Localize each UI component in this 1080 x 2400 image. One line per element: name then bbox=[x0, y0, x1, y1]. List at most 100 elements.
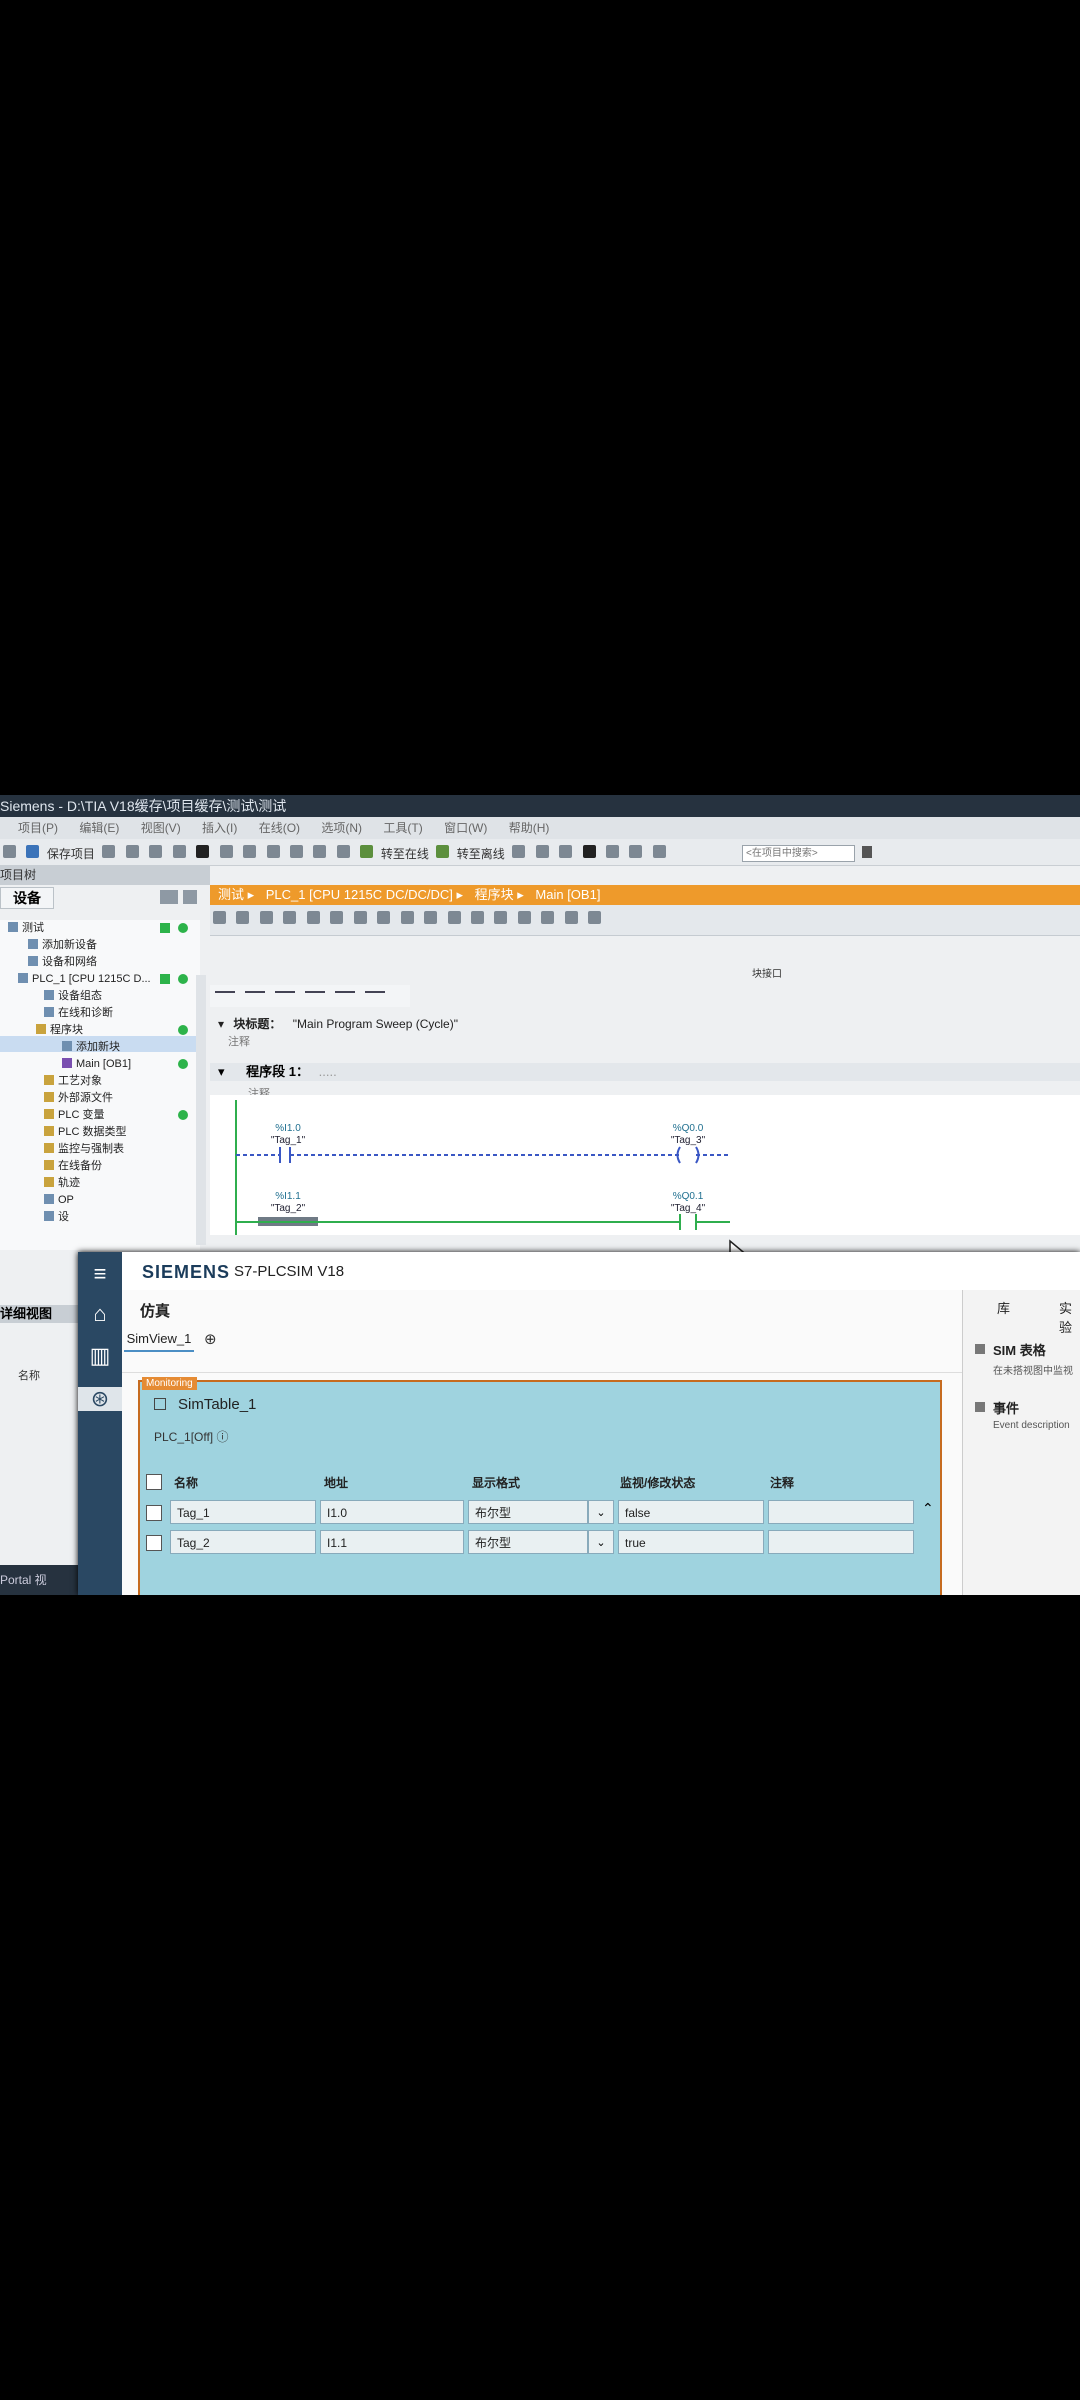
hamburger-menu-icon[interactable]: ≡ bbox=[86, 1262, 114, 1286]
go-online-button[interactable]: 转至在线 bbox=[381, 845, 429, 862]
col-comment[interactable]: 注释 bbox=[770, 1474, 794, 1491]
tree-item-plc-data-types[interactable]: PLC 数据类型 bbox=[44, 1124, 126, 1140]
menu-options[interactable]: 选项(N) bbox=[321, 821, 362, 835]
new-project-icon[interactable] bbox=[3, 845, 16, 858]
stop-cpu-icon[interactable] bbox=[559, 845, 573, 858]
row2-name[interactable]: Tag_2 bbox=[170, 1530, 316, 1554]
empty-box-icon[interactable] bbox=[305, 991, 325, 1003]
menu-insert[interactable]: 插入(I) bbox=[202, 821, 237, 835]
info-icon[interactable]: ⓘ bbox=[217, 1430, 229, 1444]
breakpoint-icon[interactable] bbox=[424, 911, 438, 924]
add-row-icon[interactable] bbox=[283, 911, 297, 924]
project-search-input[interactable]: <在项目中搜索> bbox=[742, 845, 855, 862]
menu-online[interactable]: 在线(O) bbox=[259, 821, 300, 835]
undo-icon[interactable] bbox=[219, 845, 233, 858]
network-nav-icon[interactable] bbox=[541, 911, 555, 924]
abs-operand-icon[interactable] bbox=[330, 911, 344, 924]
simulation-network-icon[interactable]: ⊛ bbox=[78, 1387, 122, 1411]
open-branch-icon[interactable] bbox=[335, 991, 355, 1003]
tree-item-watch-force[interactable]: 监控与强制表 bbox=[44, 1141, 124, 1157]
zoom-icon[interactable] bbox=[377, 911, 391, 924]
tab-library[interactable]: 库 bbox=[997, 1298, 1010, 1317]
tree-item-add-block[interactable]: 添加新块 bbox=[62, 1039, 120, 1055]
monitor-icon[interactable] bbox=[400, 911, 414, 924]
upload-icon[interactable] bbox=[313, 845, 327, 858]
nc-contact-icon[interactable] bbox=[245, 991, 265, 1003]
row1-value[interactable]: false bbox=[618, 1500, 764, 1524]
paste-icon[interactable] bbox=[172, 845, 186, 858]
step-icon[interactable] bbox=[447, 911, 461, 924]
row2-format[interactable]: 布尔型 bbox=[468, 1530, 588, 1554]
rung1-input-tag[interactable]: "Tag_1" bbox=[248, 1135, 328, 1146]
row1-comment[interactable] bbox=[768, 1500, 914, 1524]
tree-item-online-backups[interactable]: 在线备份 bbox=[44, 1158, 102, 1174]
insert-network-icon[interactable] bbox=[213, 911, 226, 924]
tree-view-icon[interactable] bbox=[160, 890, 178, 904]
tree-item-device-proxy[interactable]: 设 bbox=[44, 1209, 69, 1225]
chevron-down-icon[interactable]: ⌄ bbox=[588, 1500, 614, 1524]
call-env-icon[interactable] bbox=[470, 911, 484, 924]
col-address[interactable]: 地址 bbox=[324, 1474, 348, 1491]
delete-icon[interactable] bbox=[196, 845, 210, 858]
network-title[interactable]: ..... bbox=[319, 1064, 337, 1079]
highlight-icon[interactable] bbox=[517, 911, 531, 924]
row1-address[interactable]: I1.0 bbox=[320, 1500, 464, 1524]
start-cpu-icon[interactable] bbox=[535, 845, 549, 858]
add-tab-button[interactable]: ⊕ bbox=[204, 1330, 217, 1348]
tree-item-plc-tags[interactable]: PLC 变量 bbox=[44, 1107, 104, 1123]
row1-format[interactable]: 布尔型 bbox=[468, 1500, 588, 1524]
tree-item-opc[interactable]: OP bbox=[44, 1192, 74, 1208]
row2-address[interactable]: I1.1 bbox=[320, 1530, 464, 1554]
tree-item-tech-objects[interactable]: 工艺对象 bbox=[44, 1073, 102, 1089]
menu-view[interactable]: 视图(V) bbox=[141, 821, 181, 835]
sim-table-section-title[interactable]: SIM 表格 bbox=[993, 1340, 1046, 1359]
row2-comment[interactable] bbox=[768, 1530, 914, 1554]
menu-window[interactable]: 窗口(W) bbox=[444, 821, 487, 835]
rung1-coil[interactable] bbox=[676, 1146, 700, 1164]
menu-edit[interactable]: 编辑(E) bbox=[79, 821, 119, 835]
print-icon[interactable] bbox=[102, 845, 116, 858]
layout-icon[interactable] bbox=[652, 845, 666, 858]
go-online-icon[interactable] bbox=[360, 845, 374, 858]
rung1-output-tag[interactable]: "Tag_3" bbox=[648, 1135, 728, 1146]
chevron-down-icon[interactable]: ⌄ bbox=[588, 1530, 614, 1554]
tree-item-online-diagnostics[interactable]: 在线和诊断 bbox=[44, 1005, 113, 1021]
split-h-icon[interactable] bbox=[606, 845, 620, 858]
accessible-devices-icon[interactable] bbox=[512, 845, 526, 858]
rung2-output-tag[interactable]: "Tag_4" bbox=[648, 1203, 728, 1214]
favorites-icon[interactable] bbox=[353, 911, 367, 924]
cut-icon[interactable] bbox=[125, 845, 139, 858]
block-title-value[interactable]: "Main Program Sweep (Cycle)" bbox=[293, 1017, 458, 1031]
split-v-icon[interactable] bbox=[629, 845, 643, 858]
breadcrumb-project[interactable]: 测试 bbox=[218, 887, 244, 902]
tab-simview-1[interactable]: SimView_1 bbox=[124, 1328, 194, 1352]
rung2-input-tag[interactable]: "Tag_2" bbox=[248, 1203, 328, 1214]
detail-view-header[interactable]: 详细视图 bbox=[0, 1305, 80, 1323]
close-x-icon[interactable] bbox=[582, 845, 596, 858]
delete-network-icon[interactable] bbox=[236, 911, 250, 924]
scroll-up-icon[interactable]: ⌃ bbox=[922, 1500, 934, 1517]
select-all-checkbox[interactable] bbox=[146, 1474, 162, 1490]
tab-experiment[interactable]: 实验 bbox=[1059, 1298, 1080, 1336]
tree-sync-icon[interactable] bbox=[183, 890, 197, 904]
coil-icon[interactable] bbox=[275, 991, 295, 1003]
compare-icon[interactable] bbox=[494, 911, 508, 924]
row-checkbox[interactable] bbox=[146, 1505, 162, 1521]
tree-item-project[interactable]: 测试 bbox=[8, 920, 44, 936]
close-branch-icon[interactable] bbox=[365, 991, 385, 1003]
tree-scrollbar[interactable] bbox=[196, 975, 206, 1245]
tree-item-external-sources[interactable]: 外部源文件 bbox=[44, 1090, 113, 1106]
copy-icon[interactable] bbox=[149, 845, 163, 858]
insert-row-icon[interactable] bbox=[259, 911, 273, 924]
tree-item-add-device[interactable]: 添加新设备 bbox=[28, 937, 97, 953]
col-display-format[interactable]: 显示格式 bbox=[472, 1474, 520, 1491]
collapse-icon[interactable]: ▾ bbox=[218, 1017, 224, 1031]
menu-tools[interactable]: 工具(T) bbox=[383, 821, 422, 835]
tree-item-traces[interactable]: 轨迹 bbox=[44, 1175, 80, 1191]
menu-project[interactable]: 项目(P) bbox=[18, 821, 58, 835]
go-offline-button[interactable]: 转至离线 bbox=[457, 845, 505, 862]
col-name[interactable]: 名称 bbox=[174, 1474, 198, 1491]
col-monitor-modify[interactable]: 监视/修改状态 bbox=[620, 1474, 695, 1491]
row1-name[interactable]: Tag_1 bbox=[170, 1500, 316, 1524]
binoculars-icon[interactable] bbox=[862, 846, 872, 858]
